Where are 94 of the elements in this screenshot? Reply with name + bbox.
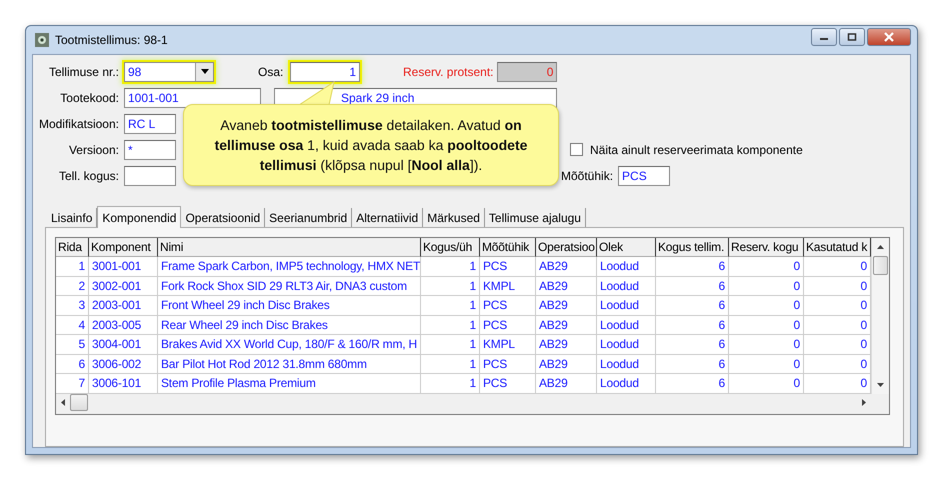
table-cell: AB29 — [536, 276, 597, 296]
table-cell: AB29 — [536, 257, 597, 276]
modification-field[interactable]: RC L — [124, 114, 176, 134]
table-cell: 6 — [656, 257, 729, 276]
column-header[interactable]: Operatsioo — [536, 238, 597, 257]
field-label: Reserv. protsent: — [403, 64, 494, 78]
table-cell: AB29 — [536, 316, 597, 335]
table-cell: 2003-001 — [89, 296, 158, 316]
table-cell: AB29 — [536, 354, 597, 374]
table-cell: 3002-001 — [89, 276, 158, 296]
table-cell: 0 — [729, 354, 804, 374]
vertical-scrollbar[interactable] — [871, 238, 889, 394]
table-cell: Front Wheel 29 inch Disc Brakes — [158, 296, 421, 316]
table-cell: Rear Wheel 29 inch Disc Brakes — [158, 316, 421, 335]
column-header[interactable]: Komponent — [89, 238, 158, 257]
table-cell: 0 — [729, 296, 804, 316]
table-cell: Loodud — [597, 296, 656, 316]
table-cell: PCS — [480, 316, 536, 335]
table-cell: Loodud — [597, 316, 656, 335]
table-cell: 5 — [56, 335, 89, 354]
close-icon — [883, 32, 895, 42]
column-header[interactable]: Rida — [56, 238, 89, 257]
checkbox[interactable] — [570, 143, 583, 156]
table-cell: PCS — [480, 296, 536, 316]
table-cell: PCS — [480, 257, 536, 276]
column-header[interactable]: Kasutatud k — [804, 238, 871, 257]
part-field[interactable]: 1 — [290, 62, 360, 82]
field-label: Osa: — [258, 64, 284, 78]
maximize-icon — [847, 33, 857, 41]
table-cell: 4 — [56, 316, 89, 335]
table-cell: Loodud — [597, 354, 656, 374]
table-cell: 1 — [56, 257, 89, 276]
table-cell: 1 — [421, 354, 480, 374]
callout-tooltip: Avaneb tootmistellimuse detailaken. Avatud on tellimuse osa 1, kuid avada saab ka pooltoodete tellimusi (klõpsa nupul [Nool alla]). — [183, 104, 559, 186]
close-button[interactable] — [867, 28, 911, 46]
field-label: Tell. kogus: — [58, 168, 120, 182]
caret-icon — [200, 69, 208, 74]
table-cell: AB29 — [536, 335, 597, 354]
table-cell: KMPL — [480, 335, 536, 354]
column-header[interactable]: Reserv. kogu — [729, 238, 804, 257]
table-cell: 6 — [656, 276, 729, 296]
table-cell: 3001-001 — [89, 257, 158, 276]
table-cell: 6 — [656, 296, 729, 316]
table-cell: Fork Rock Shox SID 29 RLT3 Air, DNA3 custom — [158, 276, 421, 296]
column-header[interactable]: Olek — [597, 238, 656, 257]
app-icon — [34, 32, 50, 48]
window-title: Tootmistellimus: 98-1 — [55, 33, 168, 47]
table-cell: Bar Pilot Hot Rod 2012 31.8mm 680mm — [158, 354, 421, 374]
scrollbar-thumb[interactable] — [873, 256, 888, 275]
table-cell: KMPL — [480, 276, 536, 296]
table-cell: 3006-002 — [89, 354, 158, 374]
column-header[interactable]: Nimi — [158, 238, 421, 257]
order-number-dropdown[interactable]: 98 — [124, 62, 214, 82]
field-label: Versioon: — [68, 142, 120, 156]
quantity-field[interactable] — [124, 166, 176, 186]
field-label: Mõõtühik: — [561, 168, 614, 182]
table-cell: 0 — [729, 316, 804, 335]
unit-field[interactable]: PCS — [618, 166, 670, 186]
version-field[interactable]: * — [124, 140, 176, 160]
field-label: Tootekood: — [59, 90, 120, 104]
scrollbar-thumb[interactable] — [70, 394, 88, 410]
table-cell: 3004-001 — [89, 335, 158, 354]
maximize-button[interactable] — [839, 28, 865, 46]
table-cell: 2 — [56, 276, 89, 296]
table-cell: Loodud — [597, 276, 656, 296]
table-cell: Frame Spark Carbon, IMP5 technology, HMX NET — [158, 257, 421, 276]
table-cell: Loodud — [597, 257, 656, 276]
minimize-button[interactable] — [811, 28, 837, 46]
column-header[interactable]: Mõõtühik — [480, 238, 536, 257]
table-cell: 0 — [729, 257, 804, 276]
table-cell: 3 — [56, 296, 89, 316]
column-header[interactable]: Kogus tellim. — [656, 238, 729, 257]
table-cell: 1 — [421, 276, 480, 296]
table-cell: 6 — [656, 335, 729, 354]
table-cell: 0 — [729, 276, 804, 296]
table-cell: 6 — [56, 354, 89, 374]
table-cell: 1 — [421, 316, 480, 335]
table-cell: Brakes Avid XX World Cup, 180/F & 160/R mm, H — [158, 335, 421, 354]
table-cell: Loodud — [597, 335, 656, 354]
checkbox-label: Näita ainult reserveerimata komponente — [590, 142, 803, 156]
table-cell: 6 — [656, 316, 729, 335]
table-cell: 1 — [421, 257, 480, 276]
table-cell: PCS — [480, 354, 536, 374]
field-label: Modifikatsioon: — [38, 116, 120, 130]
table-cell: 1 — [421, 296, 480, 316]
table-cell: 2003-005 — [89, 316, 158, 335]
field-label: Tellimuse nr.: — [48, 64, 120, 78]
table-cell: 6 — [656, 354, 729, 374]
table-cell: 1 — [421, 335, 480, 354]
tab[interactable]: Komponendid — [97, 206, 182, 228]
table-cell: AB29 — [536, 296, 597, 316]
product-code-field[interactable]: 1001-001 — [124, 88, 261, 108]
table-cell: 0 — [729, 335, 804, 354]
column-header[interactable]: Kogus/üh — [421, 238, 480, 257]
